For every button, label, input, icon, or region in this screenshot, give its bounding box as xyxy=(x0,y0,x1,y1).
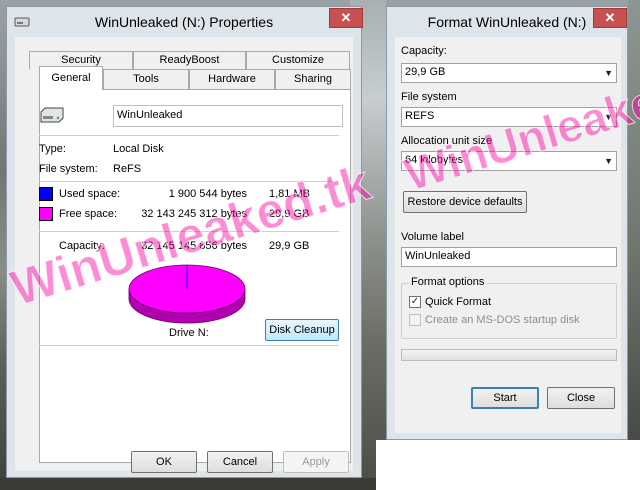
msdos-startup-checkbox[interactable] xyxy=(409,314,421,326)
volume-label-caption: Volume label xyxy=(401,231,464,243)
disk-usage-pie xyxy=(128,264,246,324)
file-system-select-value: REFS xyxy=(405,110,435,122)
free-space-label: Free space: xyxy=(59,208,118,220)
format-progress-bar xyxy=(401,349,617,361)
close-icon: ✕ xyxy=(604,10,616,25)
separator xyxy=(39,345,339,346)
window-title: Format WinUnleaked (N:) xyxy=(427,14,587,30)
capacity-select-value: 29,9 GB xyxy=(405,66,446,78)
properties-window: WinUnleaked (N:) Properties ✕ Security R… xyxy=(6,6,363,478)
format-options-caption: Format options xyxy=(409,276,487,288)
file-system-select[interactable]: REFS ▼ xyxy=(401,107,617,127)
tab-tools[interactable]: Tools xyxy=(103,69,189,89)
drive-label: Drive N: xyxy=(169,327,209,339)
free-space-bytes: 32 143 245 312 bytes xyxy=(141,208,247,220)
volume-label-input[interactable]: WinUnleaked xyxy=(401,247,617,267)
tab-hardware[interactable]: Hardware xyxy=(189,69,275,89)
used-space-size: 1,81 MB xyxy=(269,188,310,200)
tab-customize[interactable]: Customize xyxy=(246,51,350,69)
capacity-bytes: 32 145 145 856 bytes xyxy=(141,240,247,252)
allocation-unit-select[interactable]: 64 kilobytes ▼ xyxy=(401,151,617,171)
desktop-background-right xyxy=(628,0,640,490)
chevron-down-icon: ▼ xyxy=(604,156,613,166)
ok-button[interactable]: OK xyxy=(131,451,197,473)
capacity-label: Capacity: xyxy=(59,240,105,252)
quick-format-label: Quick Format xyxy=(425,296,492,308)
drive-name-input[interactable]: WinUnleaked xyxy=(113,105,343,127)
file-system-value: ReFS xyxy=(113,163,142,175)
desktop-blank-area xyxy=(376,440,640,490)
tab-readyboost[interactable]: ReadyBoost xyxy=(133,51,246,69)
window-title: WinUnleaked (N:) Properties xyxy=(94,14,274,30)
format-window: Format WinUnleaked (N:) ✕ Capacity: 29,9… xyxy=(386,6,628,440)
desktop-taskbar-edge xyxy=(0,478,376,490)
cancel-button[interactable]: Cancel xyxy=(207,451,273,473)
start-button[interactable]: Start xyxy=(471,387,539,409)
close-button[interactable]: ✕ xyxy=(329,8,363,28)
apply-button[interactable]: Apply xyxy=(283,451,349,473)
restore-defaults-button[interactable]: Restore device defaults xyxy=(403,191,527,213)
type-value: Local Disk xyxy=(113,143,164,155)
drive-icon xyxy=(40,107,64,123)
dialog-client-area: Security ReadyBoost Customize General To… xyxy=(15,37,353,471)
format-options-group xyxy=(401,283,617,339)
close-button[interactable]: ✕ xyxy=(593,8,627,28)
used-space-label: Used space: xyxy=(59,188,121,200)
allocation-unit-label: Allocation unit size xyxy=(401,135,493,147)
used-space-swatch xyxy=(39,187,53,201)
file-system-label: File system xyxy=(401,91,457,103)
file-system-label: File system: xyxy=(39,163,98,175)
close-icon: ✕ xyxy=(340,10,352,25)
quick-format-checkbox[interactable]: ✓ xyxy=(409,296,421,308)
close-dialog-button[interactable]: Close xyxy=(547,387,615,409)
tab-general[interactable]: General xyxy=(39,66,103,90)
separator xyxy=(39,181,339,182)
tab-sharing[interactable]: Sharing xyxy=(275,69,351,89)
used-space-bytes: 1 900 544 bytes xyxy=(168,188,247,200)
separator xyxy=(39,135,339,136)
allocation-unit-select-value: 64 kilobytes xyxy=(405,154,464,166)
type-label: Type: xyxy=(39,143,66,155)
chevron-down-icon: ▼ xyxy=(604,68,613,78)
capacity-size: 29,9 GB xyxy=(269,240,310,252)
chevron-down-icon: ▼ xyxy=(604,112,613,122)
capacity-label: Capacity: xyxy=(401,45,447,57)
separator xyxy=(39,231,339,232)
disk-cleanup-button[interactable]: Disk Cleanup xyxy=(265,319,339,341)
capacity-select[interactable]: 29,9 GB ▼ xyxy=(401,63,617,83)
free-space-size: 29,9 GB xyxy=(269,208,310,220)
free-space-swatch xyxy=(39,207,53,221)
msdos-startup-label: Create an MS-DOS startup disk xyxy=(425,314,580,326)
